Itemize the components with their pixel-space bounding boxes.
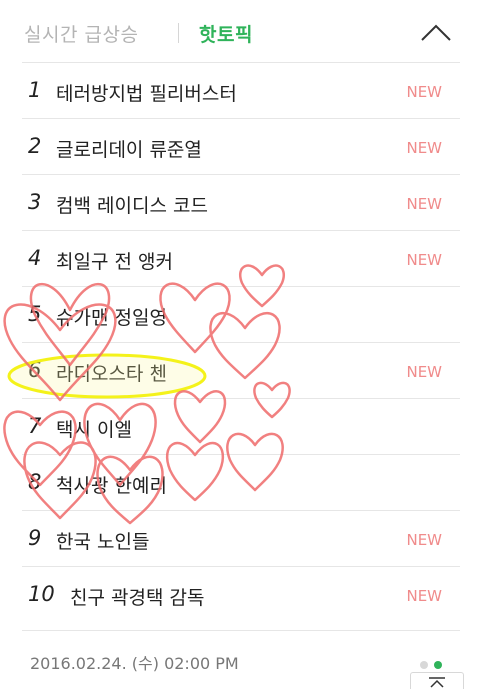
to-top-icon bbox=[429, 677, 445, 688]
keyword-label[interactable]: 친구 곽경택 감독 bbox=[70, 583, 204, 610]
rank-number: 6 bbox=[28, 358, 42, 382]
page-indicator bbox=[420, 654, 448, 673]
header: 실시간 급상승 핫토픽 bbox=[0, 0, 480, 62]
keyword-label[interactable]: 택시 이엘 bbox=[56, 415, 132, 442]
list-item[interactable]: 10 친구 곽경택 감독 NEW bbox=[22, 566, 460, 622]
new-badge: NEW bbox=[406, 251, 442, 269]
keyword-label[interactable]: 슈가맨 정일영 bbox=[56, 303, 167, 330]
keyword-label[interactable]: 컴백 레이디스 코드 bbox=[56, 191, 208, 218]
scroll-to-top-button[interactable] bbox=[410, 672, 464, 689]
new-badge: NEW bbox=[406, 363, 442, 381]
rank-number: 2 bbox=[28, 134, 42, 158]
keyword-label[interactable]: 테러방지법 필리버스터 bbox=[56, 79, 237, 106]
rank-number: 10 bbox=[28, 582, 55, 606]
chevron-up-icon bbox=[421, 24, 451, 41]
collapse-button[interactable] bbox=[414, 16, 458, 50]
new-badge: NEW bbox=[406, 83, 442, 101]
rank-number: 9 bbox=[28, 526, 42, 550]
new-badge: NEW bbox=[406, 587, 442, 605]
keyword-label[interactable]: 한국 노인들 bbox=[56, 527, 149, 554]
new-badge: NEW bbox=[406, 139, 442, 157]
keyword-label[interactable]: 최일구 전 앵커 bbox=[56, 247, 173, 274]
list-item[interactable]: 1 테러방지법 필리버스터 NEW bbox=[22, 62, 460, 118]
list-item[interactable]: 5 슈가맨 정일영 bbox=[22, 286, 460, 342]
list-item[interactable]: 2 글로리데이 류준열 NEW bbox=[22, 118, 460, 174]
list-item[interactable]: 8 척사광 한예리 bbox=[22, 454, 460, 510]
rank-number: 7 bbox=[28, 414, 42, 438]
page-dot-active[interactable] bbox=[434, 661, 442, 669]
list-item[interactable]: 3 컴백 레이디스 코드 NEW bbox=[22, 174, 460, 230]
rank-number: 5 bbox=[28, 302, 42, 326]
list-item[interactable]: 9 한국 노인들 NEW bbox=[22, 510, 460, 566]
rank-number: 4 bbox=[28, 246, 42, 270]
tab-divider bbox=[178, 23, 179, 43]
new-badge: NEW bbox=[406, 195, 442, 213]
hot-topic-list: 1 테러방지법 필리버스터 NEW 2 글로리데이 류준열 NEW 3 컴백 레… bbox=[22, 62, 460, 622]
page-dot[interactable] bbox=[420, 661, 428, 669]
list-item[interactable]: 4 최일구 전 앵커 NEW bbox=[22, 230, 460, 286]
update-timestamp: 2016.02.24. (수) 02:00 PM bbox=[30, 654, 239, 673]
new-badge: NEW bbox=[406, 531, 442, 549]
list-item[interactable]: 7 택시 이엘 bbox=[22, 398, 460, 454]
keyword-label[interactable]: 라디오스타 첸 bbox=[56, 359, 167, 386]
rank-number: 3 bbox=[28, 190, 42, 214]
footer-divider bbox=[22, 630, 460, 631]
tab-realtime-trending[interactable]: 실시간 급상승 bbox=[24, 20, 138, 47]
rank-number: 1 bbox=[28, 78, 42, 102]
tab-hot-topic[interactable]: 핫토픽 bbox=[199, 20, 253, 47]
keyword-label[interactable]: 척사광 한예리 bbox=[56, 471, 167, 498]
list-item[interactable]: 6 라디오스타 첸 NEW bbox=[22, 342, 460, 398]
keyword-label[interactable]: 글로리데이 류준열 bbox=[56, 135, 202, 162]
rank-number: 8 bbox=[28, 470, 42, 494]
